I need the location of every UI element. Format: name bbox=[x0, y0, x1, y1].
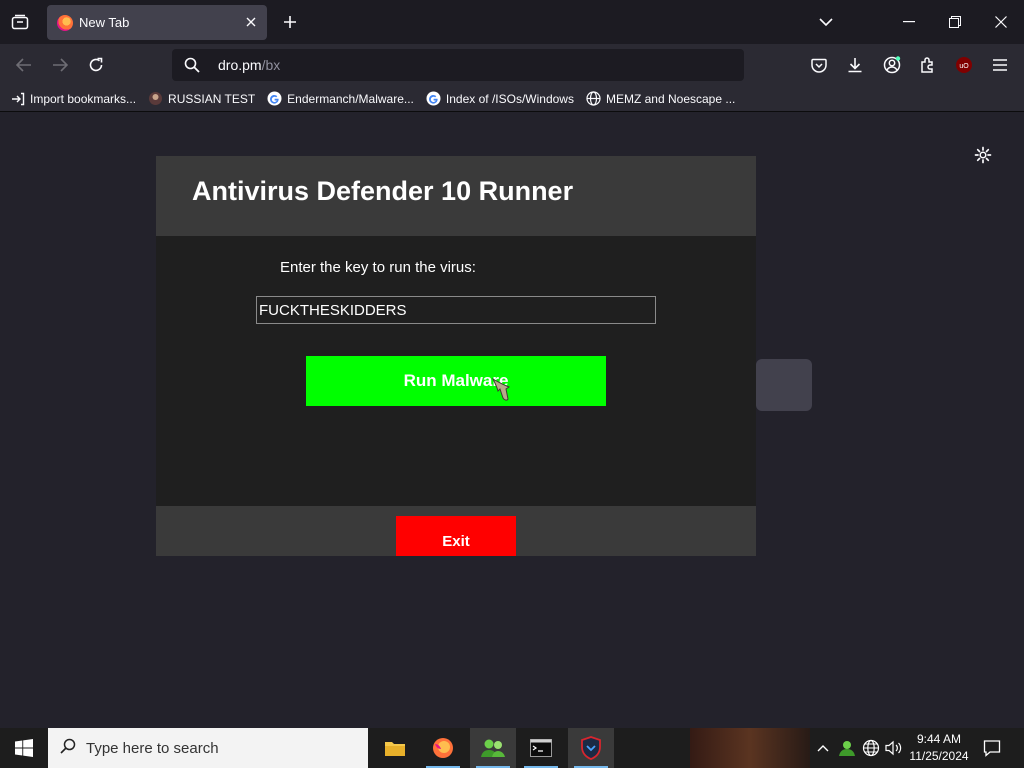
app-window: Antivirus Defender 10 Runner Enter the k… bbox=[156, 156, 756, 556]
account-icon[interactable] bbox=[878, 51, 906, 79]
taskbar-search-box[interactable]: Type here to search bbox=[48, 728, 368, 768]
wallpaper-peek bbox=[690, 728, 810, 768]
bookmark-label: RUSSIAN TEST bbox=[168, 91, 256, 106]
svg-text:uO: uO bbox=[959, 63, 969, 70]
bookmark-endermanch[interactable]: Endermanch/Malware... bbox=[267, 91, 414, 106]
bookmark-isos-windows[interactable]: Index of /ISOs/Windows bbox=[426, 91, 574, 106]
google-icon bbox=[267, 91, 282, 106]
gear-icon[interactable] bbox=[972, 144, 994, 166]
app-footer: Exit bbox=[156, 506, 756, 556]
taskbar-search-placeholder: Type here to search bbox=[86, 739, 219, 757]
bookmarks-toolbar: Import bookmarks... RUSSIAN TEST Enderma… bbox=[0, 86, 1024, 112]
shield-app-icon[interactable] bbox=[568, 728, 614, 768]
firefox-icon[interactable] bbox=[420, 728, 466, 768]
clock-time: 9:44 AM bbox=[916, 732, 962, 746]
search-icon bbox=[172, 57, 212, 73]
user-tray-icon[interactable] bbox=[836, 728, 858, 768]
taskbar: Type here to search 9:44 AM 11/25/2024 bbox=[0, 728, 1024, 768]
file-explorer-icon[interactable] bbox=[372, 728, 418, 768]
reload-icon[interactable] bbox=[81, 50, 111, 80]
bookmark-memz[interactable]: MEMZ and Noescape ... bbox=[586, 91, 735, 106]
tab-title: New Tab bbox=[79, 15, 130, 30]
tab-strip: New Tab bbox=[0, 0, 1024, 44]
close-tab-icon[interactable] bbox=[243, 14, 259, 30]
restore-icon[interactable] bbox=[935, 6, 975, 38]
windows-start-icon[interactable] bbox=[0, 728, 48, 768]
notifications-icon[interactable] bbox=[978, 728, 1006, 768]
extensions-icon[interactable] bbox=[914, 51, 942, 79]
bookmark-russian-test[interactable]: RUSSIAN TEST bbox=[148, 91, 255, 106]
bookmark-label: MEMZ and Noescape ... bbox=[605, 91, 736, 106]
pocket-icon[interactable] bbox=[805, 51, 833, 79]
bookmark-label: Index of /ISOs/Windows bbox=[445, 91, 574, 106]
site-icon bbox=[148, 91, 163, 106]
bookmark-import[interactable]: Import bookmarks... bbox=[10, 91, 136, 106]
close-window-icon[interactable] bbox=[981, 6, 1021, 38]
back-icon[interactable] bbox=[9, 50, 39, 80]
ghost-card bbox=[756, 359, 812, 411]
network-globe-icon[interactable] bbox=[860, 728, 882, 768]
firefox-icon bbox=[57, 14, 73, 31]
bookmark-label: Endermanch/Malware... bbox=[287, 91, 414, 106]
import-icon bbox=[10, 91, 25, 106]
volume-icon[interactable] bbox=[883, 728, 905, 768]
url-host: dro.pm bbox=[218, 57, 262, 73]
minimize-icon[interactable] bbox=[889, 6, 929, 38]
system-clock[interactable]: 9:44 AM 11/25/2024 bbox=[904, 731, 974, 765]
clock-date: 11/25/2024 bbox=[909, 749, 969, 763]
new-tab-icon[interactable] bbox=[278, 10, 302, 34]
search-icon bbox=[60, 738, 76, 759]
google-icon bbox=[426, 91, 441, 106]
ublock-origin-icon[interactable]: uO bbox=[950, 51, 978, 79]
menu-icon[interactable] bbox=[986, 51, 1014, 79]
app-header: Antivirus Defender 10 Runner bbox=[156, 156, 756, 236]
exit-button[interactable]: Exit bbox=[396, 516, 516, 556]
chevron-down-icon[interactable] bbox=[814, 10, 838, 34]
download-icon[interactable] bbox=[841, 51, 869, 79]
cursor-icon bbox=[491, 378, 510, 401]
users-icon[interactable] bbox=[470, 728, 516, 768]
chevron-up-icon[interactable] bbox=[814, 728, 832, 768]
url-path: /bx bbox=[261, 57, 281, 73]
page-title: Antivirus Defender 10 Runner bbox=[192, 176, 574, 206]
key-input[interactable] bbox=[256, 296, 656, 324]
globe-icon bbox=[586, 91, 601, 106]
bookmark-label: Import bookmarks... bbox=[30, 91, 137, 106]
forward-icon[interactable] bbox=[45, 50, 75, 80]
tab-new-tab[interactable]: New Tab bbox=[47, 5, 267, 40]
run-malware-button[interactable]: Run Malware bbox=[306, 356, 606, 406]
tab-list-icon[interactable] bbox=[6, 10, 34, 34]
terminal-icon[interactable] bbox=[518, 728, 564, 768]
url-bar[interactable]: dro.pm/bx bbox=[172, 49, 744, 81]
key-prompt-label: Enter the key to run the virus: bbox=[280, 259, 476, 276]
